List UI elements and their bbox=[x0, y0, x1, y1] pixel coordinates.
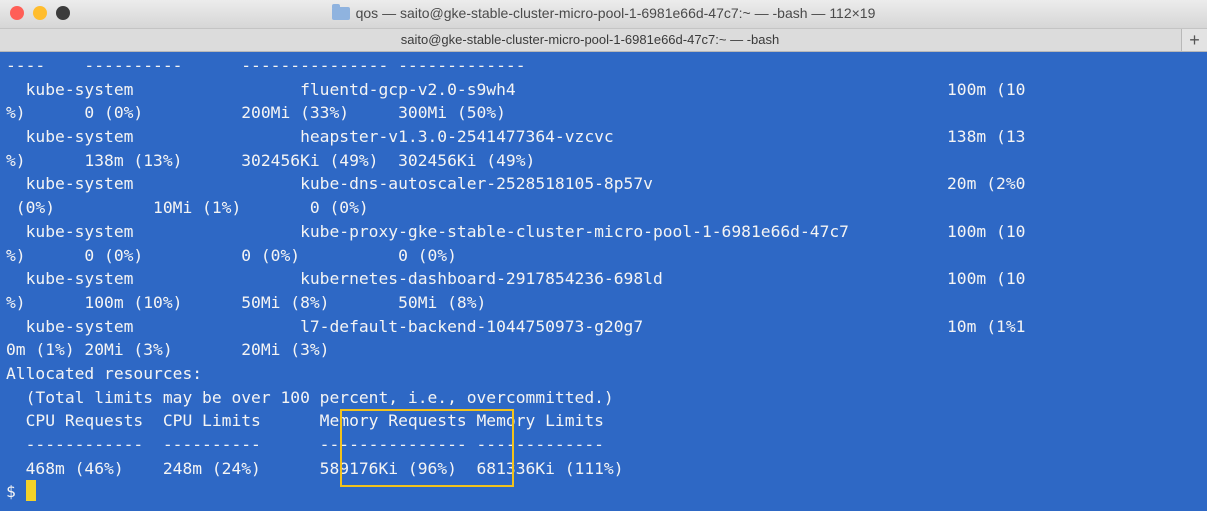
terminal-line: %) 100m (10%) 50Mi (8%) 50Mi (8%) bbox=[6, 292, 487, 312]
prompt-line[interactable]: $ bbox=[6, 480, 1025, 504]
terminal-line: kube-system fluentd-gcp-v2.0-s9wh4 100m … bbox=[6, 79, 1026, 99]
terminal-line: 468m (46%) 248m (24%) 589176Ki (96%) 681… bbox=[6, 458, 624, 478]
terminal-line: %) 138m (13%) 302456Ki (49%) 302456Ki (4… bbox=[6, 150, 536, 170]
window-title: qos — saito@gke-stable-cluster-micro-poo… bbox=[0, 4, 1207, 21]
plus-icon: + bbox=[1189, 30, 1200, 50]
terminal-window: qos — saito@gke-stable-cluster-micro-poo… bbox=[0, 0, 1207, 511]
folder-icon bbox=[331, 4, 350, 20]
terminal-line: kube-system kube-proxy-gke-stable-cluste… bbox=[6, 221, 1026, 241]
terminal-line: kube-system kube-dns-autoscaler-25285181… bbox=[6, 174, 1026, 194]
terminal-line: ------------ ---------- --------------- … bbox=[6, 435, 604, 454]
window-title-text: qos — saito@gke-stable-cluster-micro-poo… bbox=[355, 5, 876, 21]
new-tab-button[interactable]: + bbox=[1181, 29, 1207, 51]
tab-bar: saito@gke-stable-cluster-micro-pool-1-69… bbox=[0, 28, 1207, 52]
terminal-line: kube-system l7-default-backend-104475097… bbox=[6, 316, 1026, 336]
terminal-line: %) 0 (0%) 200Mi (33%) 300Mi (50%) bbox=[6, 103, 506, 123]
terminal-line: kube-system kubernetes-dashboard-2917854… bbox=[6, 269, 1026, 289]
memory-requests-highlight bbox=[340, 409, 514, 487]
tab-label: saito@gke-stable-cluster-micro-pool-1-69… bbox=[400, 32, 780, 47]
terminal-lines: ---- ---------- --------------- --------… bbox=[6, 54, 1025, 504]
terminal-line: 0m (1%) 20Mi (3%) 20Mi (3%) bbox=[6, 340, 330, 360]
terminal-line: kube-system heapster-v1.3.0-2541477364-v… bbox=[6, 127, 1026, 147]
shell-prompt: $ bbox=[6, 482, 26, 502]
terminal-line: (Total limits may be over 100 percent, i… bbox=[6, 387, 614, 407]
text-cursor bbox=[25, 480, 36, 502]
tab-bash[interactable]: saito@gke-stable-cluster-micro-pool-1-69… bbox=[0, 29, 1180, 51]
terminal-scrollbar[interactable] bbox=[1197, 52, 1207, 511]
terminal-output[interactable]: ---- ---------- --------------- --------… bbox=[0, 52, 1207, 511]
terminal-line: Allocated resources: bbox=[6, 363, 203, 383]
title-bar[interactable]: qos — saito@gke-stable-cluster-micro-poo… bbox=[0, 0, 1207, 28]
terminal-line: ---- ---------- --------------- --------… bbox=[6, 56, 526, 75]
terminal-line: (0%) 10Mi (1%) 0 (0%) bbox=[6, 198, 369, 218]
terminal-line: CPU Requests CPU Limits Memory Requests … bbox=[6, 411, 604, 431]
terminal-line: %) 0 (0%) 0 (0%) 0 (0%) bbox=[6, 245, 457, 265]
